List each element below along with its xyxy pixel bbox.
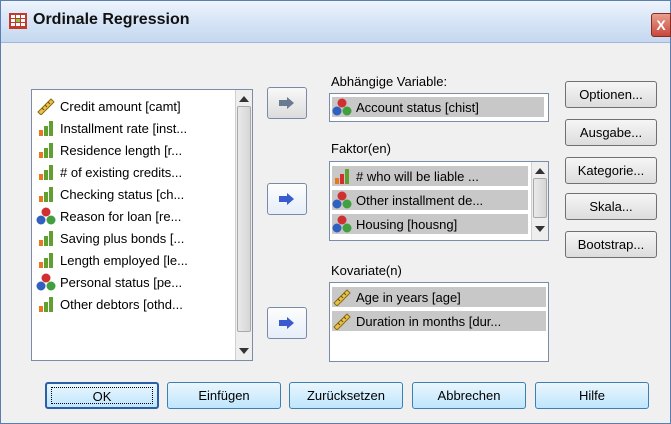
list-item[interactable]: Other debtors [othd...	[36, 294, 183, 314]
nominal-balls-icon	[36, 273, 56, 291]
dependent-value: Account status [chist]	[356, 99, 479, 115]
arrow-right-icon	[279, 193, 294, 205]
arrow-right-icon	[279, 317, 294, 329]
ordinal-bars-icon	[39, 253, 53, 268]
list-item[interactable]: # who will be liable ...	[332, 166, 528, 186]
factors-label-text: Faktor(en)	[331, 141, 391, 156]
scroll-up-icon[interactable]	[535, 168, 545, 174]
source-variable-list[interactable]: Credit amount [camt] Installment rate [i…	[31, 89, 253, 361]
factors-label: Faktor(en)	[331, 141, 391, 156]
abbrechen-button[interactable]: Abbrechen	[412, 382, 526, 409]
list-item[interactable]: Checking status [ch...	[36, 184, 184, 204]
covariates-label: Kovariate(n)	[331, 263, 402, 278]
ok-button[interactable]: OK	[45, 382, 159, 409]
list-item-label: # who will be liable ...	[356, 168, 479, 184]
covariates-list[interactable]: Age in years [age] Duration in months [d…	[329, 282, 549, 362]
ordinal-bars-icon	[39, 187, 53, 202]
list-item-label: Saving plus bonds [...	[60, 230, 185, 246]
factors-list[interactable]: # who will be liable ... Other installme…	[329, 161, 549, 241]
move-to-dependent-button[interactable]	[267, 87, 307, 119]
list-item[interactable]: Other installment de...	[332, 190, 528, 210]
arrow-right-icon	[279, 97, 294, 109]
ordinal-bars-icon	[39, 231, 53, 246]
list-item-label: Checking status [ch...	[60, 186, 185, 202]
list-item-label: Other installment de...	[356, 192, 484, 208]
ordinal-bars-icon	[39, 143, 53, 158]
list-item-label: Other debtors [othd...	[60, 296, 183, 312]
covariates-label-text: Kovariate(n)	[331, 263, 402, 278]
scroll-thumb[interactable]	[533, 178, 547, 218]
list-item[interactable]: Housing [housng]	[332, 214, 528, 234]
dialog-window: Ordinale Regression X Credit amount [cam…	[0, 0, 671, 424]
list-item-label: Credit amount [camt]	[60, 98, 181, 114]
move-to-factor-button[interactable]	[267, 183, 307, 215]
list-item-label: Personal status [pe...	[60, 274, 183, 290]
list-item-label: Length employed [le...	[60, 252, 188, 268]
list-item-label: Age in years [age]	[356, 289, 461, 305]
window-title: Ordinale Regression	[33, 11, 190, 28]
title-bar: Ordinale Regression X	[1, 1, 671, 43]
ordinal-bars-icon	[39, 121, 53, 136]
einfuegen-button[interactable]: Einfügen	[167, 382, 281, 409]
scale-ruler-icon	[333, 313, 351, 330]
hilfe-button[interactable]: Hilfe	[535, 382, 649, 409]
scale-ruler-icon	[37, 98, 55, 115]
list-item-label: Duration in months [dur...	[356, 313, 502, 329]
bootstrap-button[interactable]: Bootstrap...	[565, 231, 657, 258]
scroll-down-icon[interactable]	[535, 226, 545, 232]
dependent-label: Abhängige Variable:	[331, 74, 447, 89]
nominal-balls-icon	[36, 207, 56, 225]
list-item-label: Residence length [r...	[60, 142, 183, 158]
list-item[interactable]: Installment rate [inst...	[36, 118, 187, 138]
scroll-up-icon[interactable]	[239, 96, 249, 102]
list-item[interactable]: Duration in months [dur...	[332, 311, 546, 331]
nominal-balls-icon	[332, 98, 352, 116]
dependent-variable-box[interactable]: Account status [chist]	[329, 93, 549, 122]
source-list-scrollbar[interactable]	[235, 90, 252, 360]
ausgabe-button[interactable]: Ausgabe...	[565, 119, 657, 146]
kategorie-button[interactable]: Kategorie...	[565, 157, 657, 184]
ordinal-bars-icon	[39, 297, 53, 312]
scale-ruler-icon	[333, 289, 351, 306]
list-item[interactable]: Length employed [le...	[36, 250, 188, 270]
list-item-label: # of existing credits...	[60, 164, 183, 180]
scroll-thumb[interactable]	[237, 106, 251, 332]
list-item[interactable]: Age in years [age]	[332, 287, 546, 307]
close-icon: X	[656, 17, 666, 33]
focus-ring	[51, 387, 153, 404]
list-item[interactable]: Credit amount [camt]	[36, 96, 181, 116]
optionen-button[interactable]: Optionen...	[565, 81, 657, 108]
dependent-label-text: Abhängige Variable:	[331, 74, 448, 89]
list-item-label: Reason for loan [re...	[60, 208, 182, 224]
nominal-balls-icon	[332, 191, 352, 209]
app-icon	[9, 13, 27, 29]
list-item[interactable]: Residence length [r...	[36, 140, 182, 160]
ordinal-bars-icon	[335, 169, 349, 184]
list-item[interactable]: Personal status [pe...	[36, 272, 182, 292]
close-button[interactable]: X	[651, 13, 671, 37]
list-item-label: Installment rate [inst...	[60, 120, 188, 136]
list-item-label: Housing [housng]	[356, 216, 458, 232]
scroll-down-icon[interactable]	[239, 348, 249, 354]
list-item[interactable]: # of existing credits...	[36, 162, 182, 182]
dependent-item[interactable]: Account status [chist]	[332, 97, 544, 117]
move-to-covariate-button[interactable]	[267, 307, 307, 339]
nominal-balls-icon	[332, 215, 352, 233]
factors-list-scrollbar[interactable]	[531, 162, 548, 240]
zuruecksetzen-button[interactable]: Zurücksetzen	[289, 382, 403, 409]
skala-button[interactable]: Skala...	[565, 193, 657, 220]
list-item[interactable]: Saving plus bonds [...	[36, 228, 184, 248]
ordinal-bars-icon	[39, 165, 53, 180]
list-item[interactable]: Reason for loan [re...	[36, 206, 181, 226]
